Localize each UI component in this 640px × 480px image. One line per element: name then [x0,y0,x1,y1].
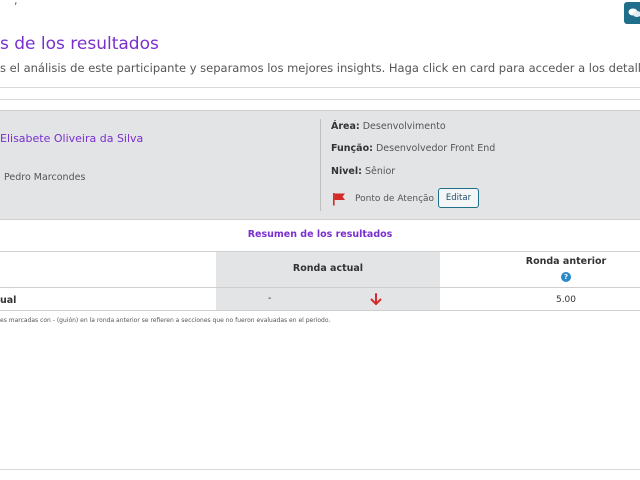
table-row-current-value: - [268,293,272,304]
table-row-previous-value: 5.00 [555,295,577,305]
page-subtitle: s el análisis de este participante y sep… [0,61,640,75]
top-edge-glyph: , [14,0,18,7]
table-row-border [0,287,640,288]
divider [0,99,640,100]
participant-card[interactable]: Elisabete Oliveira da Silva Pedro Marcon… [0,110,640,220]
role-field: Função: Desenvolvedor Front End [331,143,495,154]
arrow-down-icon [370,293,382,305]
footnote: es marcadas con - (guión) en la ronda an… [0,317,331,324]
column-header-current: Ronda actual [292,263,364,274]
edit-button[interactable]: Editar [438,188,479,208]
table-row-label: ual [0,295,17,306]
participant-manager: Pedro Marcondes [4,172,86,183]
divider [0,87,640,88]
chat-button[interactable] [624,2,640,24]
level-field: Nivel: Sênior [331,166,395,177]
area-value: Desenvolvimento [362,121,446,132]
chat-bubbles-icon [628,8,640,17]
level-value: Sênior [364,166,396,177]
summary-title: Resumen de los resultados [247,229,393,240]
flag-icon [333,193,345,206]
page-title: s de los resultados [0,34,159,54]
current-round-column [216,252,440,310]
area-label: Área: [331,121,360,132]
table-border [0,310,640,311]
attention-label: Ponto de Atenção [355,194,435,204]
question-circle-icon[interactable]: ? [561,272,571,282]
role-value: Desenvolvedor Front End [375,143,496,154]
divider [0,469,640,470]
area-field: Área: Desenvolvimento [331,121,446,132]
card-divider [320,119,321,211]
level-label: Nivel: [331,166,362,177]
participant-name[interactable]: Elisabete Oliveira da Silva [0,132,143,145]
column-header-previous: Ronda anterior [525,256,607,267]
role-label: Função: [331,143,373,154]
